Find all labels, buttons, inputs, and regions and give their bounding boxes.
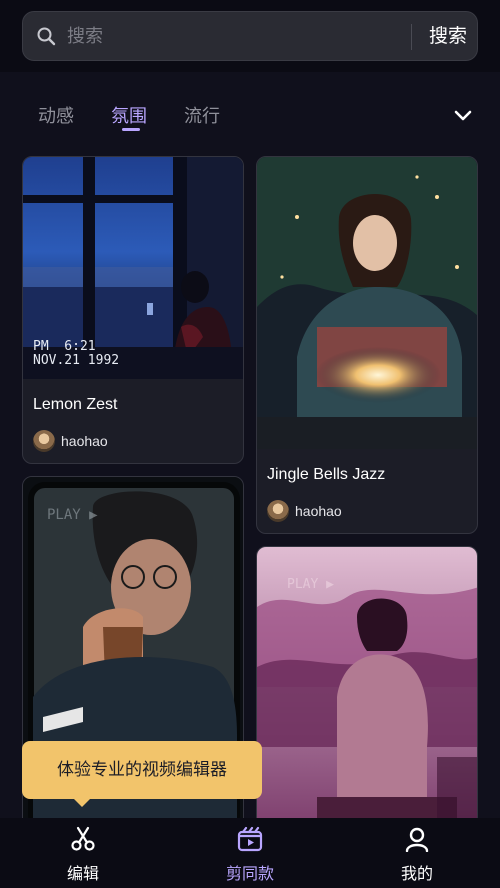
author-name: haohao	[295, 503, 342, 519]
template-card[interactable]: PM 6:21 NOV.21 1992 Lemon Zest haohao	[22, 156, 244, 464]
template-card[interactable]: PLAY ▶	[256, 546, 478, 836]
card-thumbnail: PM 6:21 NOV.21 1992	[23, 157, 243, 379]
search-divider	[411, 24, 412, 50]
thumbnail-play-overlay: PLAY ▶	[287, 577, 334, 592]
card-thumbnail	[257, 157, 477, 449]
bottom-nav: 编辑 剪同款 我的	[0, 818, 500, 888]
template-card[interactable]: Jingle Bells Jazz haohao	[256, 156, 478, 534]
category-tabs: 动感 氛围 流行	[0, 96, 500, 136]
scissors-icon	[71, 826, 95, 851]
card-title: Lemon Zest	[33, 396, 118, 413]
search-icon	[37, 27, 56, 46]
nav-profile[interactable]: 我的	[357, 818, 477, 888]
search-input[interactable]	[67, 20, 387, 52]
search-box[interactable]: 搜索	[22, 11, 478, 61]
active-tab-indicator	[122, 128, 140, 131]
author-name: haohao	[61, 433, 108, 449]
nav-label: 我的	[400, 864, 433, 883]
tab-atmosphere[interactable]: 氛围	[111, 102, 147, 128]
chevron-down-icon[interactable]	[452, 104, 474, 126]
nav-edit[interactable]: 编辑	[23, 818, 143, 888]
card-thumbnail: PLAY ▶	[257, 547, 477, 835]
onboarding-tooltip[interactable]: 体验专业的视频编辑器	[22, 741, 262, 799]
thumbnail-play-overlay: PLAY ▶	[47, 507, 98, 523]
nav-label: 剪同款	[225, 864, 274, 883]
thumbnail-timestamp: PM 6:21 NOV.21 1992	[33, 339, 120, 368]
tab-dynamic[interactable]: 动感	[38, 102, 74, 128]
avatar	[267, 500, 289, 522]
top-bar: 搜索	[0, 0, 500, 72]
tab-popular[interactable]: 流行	[184, 102, 220, 128]
card-title: Jingle Bells Jazz	[267, 466, 386, 483]
search-button[interactable]: 搜索	[423, 20, 473, 52]
avatar	[33, 430, 55, 452]
template-video-icon	[237, 826, 263, 852]
nav-label: 编辑	[66, 864, 99, 883]
profile-icon	[405, 827, 429, 852]
tooltip-tail	[73, 798, 91, 807]
nav-templates[interactable]: 剪同款	[190, 818, 310, 888]
